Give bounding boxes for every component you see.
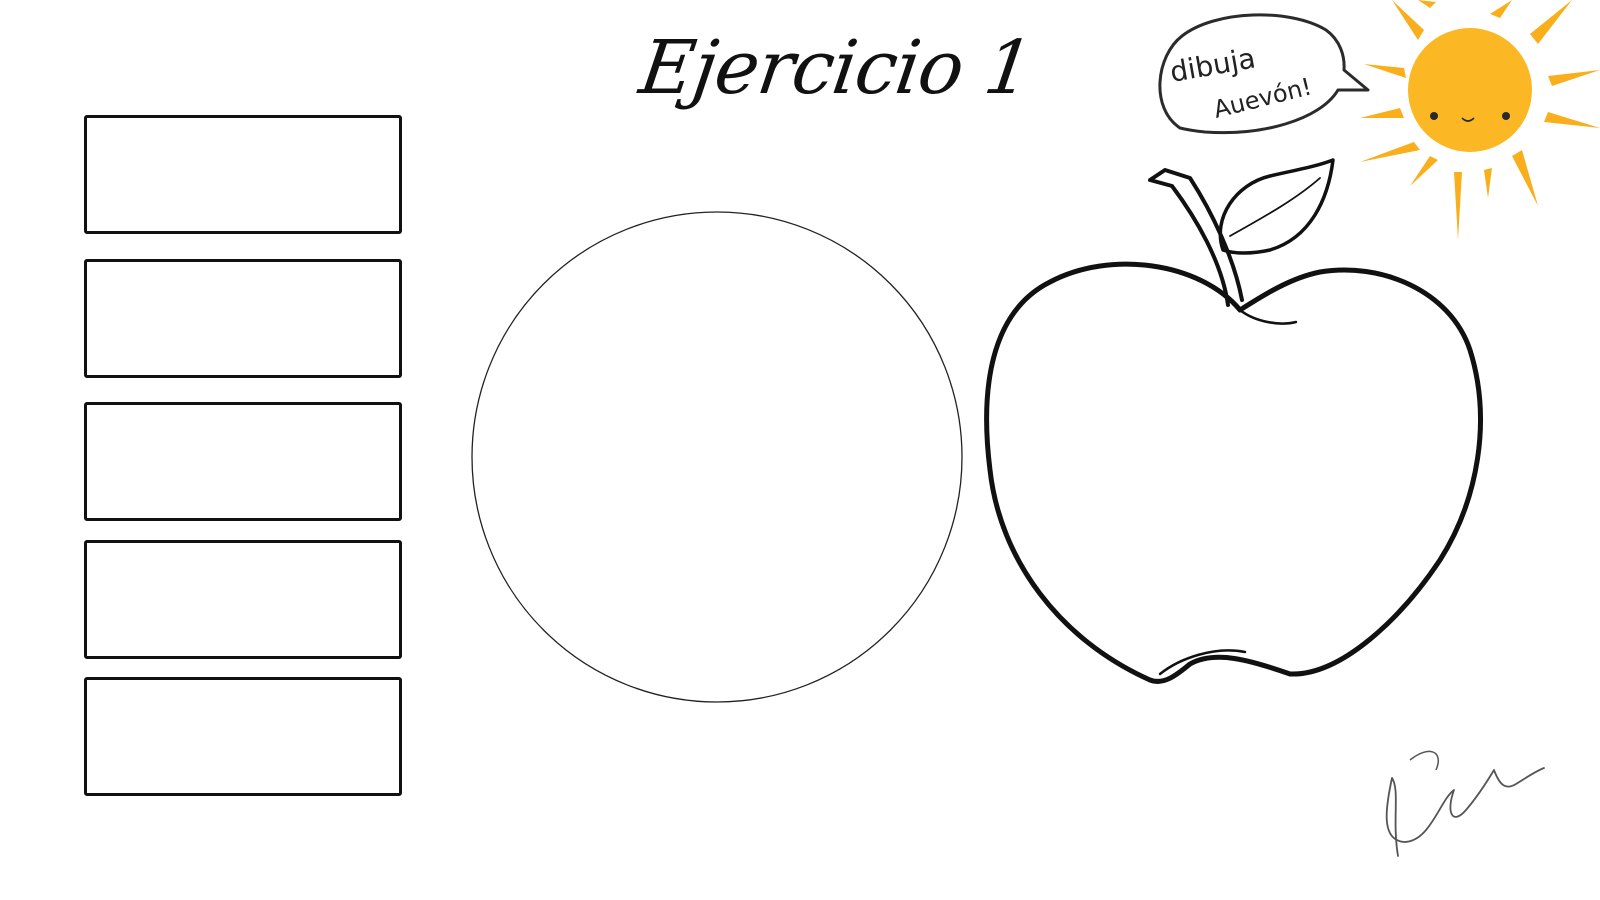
speech-bubble-icon: dibuja Auevón! — [1158, 13, 1370, 135]
drawing-canvas: dibuja Auevón! — [471, 0, 1600, 857]
drawing-circle[interactable] — [471, 211, 963, 703]
apple-icon — [984, 158, 1483, 684]
signature — [1385, 750, 1545, 857]
sun-icon — [1360, 0, 1600, 240]
